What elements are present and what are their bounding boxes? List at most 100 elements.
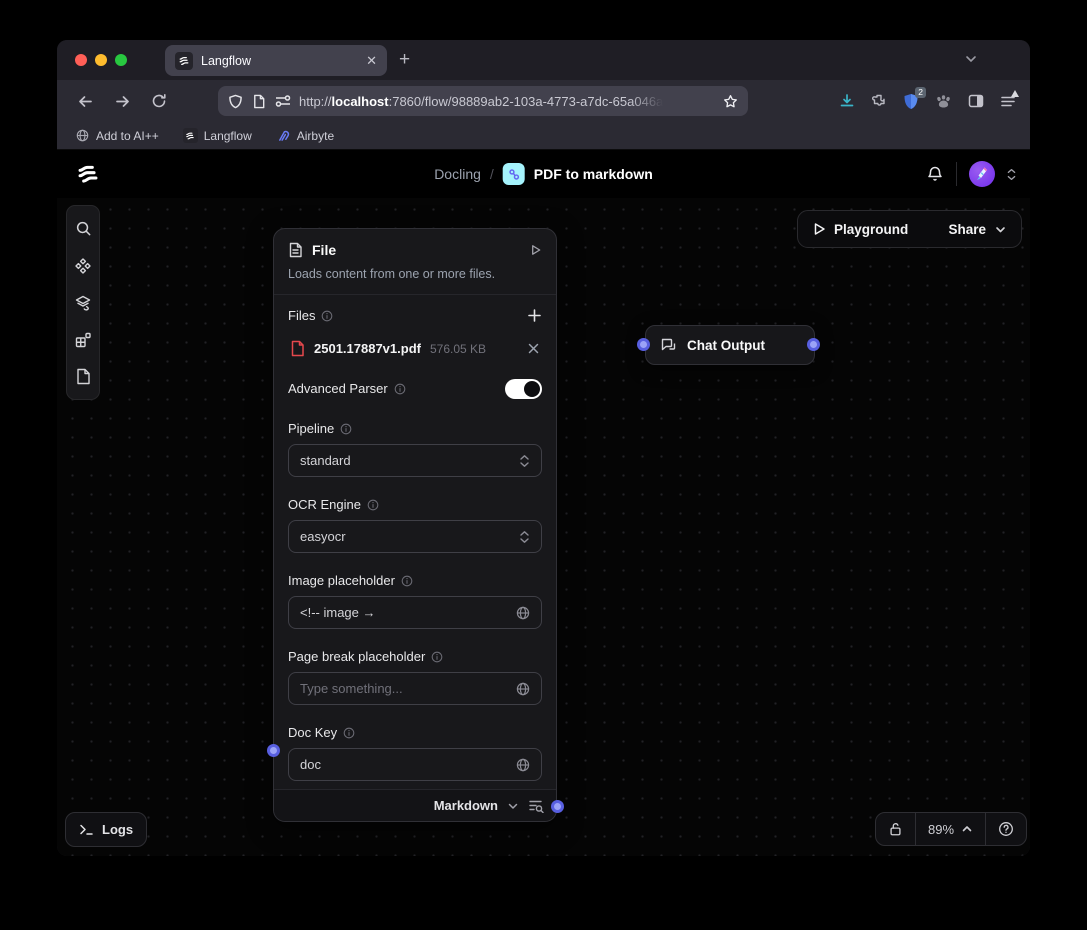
chat-input-handle[interactable] (637, 338, 650, 351)
node-title: Chat Output (687, 338, 765, 353)
file-node[interactable]: File Loads content from one or more file… (273, 228, 557, 822)
window-controls[interactable] (75, 54, 127, 66)
file-size: 576.05 KB (430, 342, 486, 356)
chat-output-handle[interactable] (807, 338, 820, 351)
pipeline-select[interactable]: standard (288, 444, 542, 477)
file-icon (288, 242, 303, 258)
playground-label: Playground (834, 222, 908, 237)
bundles-icon[interactable] (69, 286, 97, 319)
remove-file-icon[interactable] (527, 342, 540, 355)
extension-shield-icon[interactable]: 2 (903, 93, 919, 110)
search-icon[interactable] (69, 212, 97, 245)
share-button[interactable]: Share (948, 222, 1007, 237)
ocr-engine-label: OCR Engine (288, 496, 542, 513)
files-field-label: Files (288, 308, 333, 323)
play-icon[interactable] (529, 243, 542, 257)
bookmark-label: Add to AI++ (96, 129, 159, 143)
zoom-level-control[interactable]: 89% (915, 813, 985, 845)
blocks-icon[interactable] (69, 323, 97, 356)
node-title: File (312, 242, 520, 258)
new-tab-icon[interactable]: + (399, 49, 410, 71)
advanced-parser-label: Advanced Parser (288, 381, 406, 396)
info-icon[interactable] (401, 575, 413, 587)
close-tab-icon[interactable]: ✕ (366, 54, 377, 67)
menu-icon[interactable] (1000, 94, 1016, 108)
advanced-parser-toggle[interactable] (505, 379, 542, 399)
zoom-level: 89% (928, 822, 954, 837)
components-icon[interactable] (69, 249, 97, 282)
back-icon[interactable] (77, 93, 94, 110)
doc-key-input-handle[interactable] (267, 744, 280, 757)
bookmark-langflow[interactable]: Langflow (183, 128, 252, 143)
header-divider (956, 162, 957, 186)
inspect-output-icon[interactable] (528, 799, 544, 813)
tab-list-chevron-icon[interactable] (964, 52, 978, 66)
bookmark-add-to-ai[interactable]: Add to AI++ (75, 128, 159, 143)
file-node-footer: Markdown (274, 789, 556, 821)
url-rest: :7860/flow/98889ab2-103a-4773-a7dc-65a04… (389, 94, 664, 109)
url-text[interactable]: http://localhost:7860/flow/98889ab2-103a… (299, 94, 715, 109)
file-output-handle[interactable] (551, 800, 564, 813)
breadcrumb: Docling / PDF to markdown (434, 163, 653, 185)
help-button[interactable] (985, 813, 1026, 845)
file-node-body: Files 2501.17887v1.pdf 576.05 KB (274, 295, 556, 789)
info-icon[interactable] (340, 423, 352, 435)
sidebar-icon[interactable] (968, 94, 984, 108)
account-switcher-icon[interactable] (1007, 168, 1016, 181)
bell-icon[interactable] (926, 165, 944, 183)
output-type-label[interactable]: Markdown (434, 798, 498, 813)
info-icon[interactable] (343, 727, 355, 739)
file-name: 2501.17887v1.pdf (314, 341, 421, 356)
puzzle-icon[interactable] (871, 93, 887, 109)
close-window-button[interactable] (75, 54, 87, 66)
add-file-button[interactable] (527, 308, 542, 323)
bookmark-airbyte[interactable]: Airbyte (276, 128, 334, 143)
pdf-file-icon (290, 340, 305, 357)
info-icon[interactable] (367, 499, 379, 511)
info-icon[interactable] (394, 383, 406, 395)
page-icon[interactable] (252, 94, 266, 109)
note-icon[interactable] (69, 360, 97, 393)
url-host: localhost (332, 94, 389, 109)
image-placeholder-input-wrap (288, 596, 542, 629)
page-break-input[interactable] (300, 681, 508, 696)
paw-icon[interactable] (935, 94, 952, 109)
globe-input-icon[interactable] (516, 682, 530, 696)
node-description: Loads content from one or more files. (288, 267, 542, 294)
chat-output-node[interactable]: Chat Output (645, 325, 815, 365)
shield-icon[interactable] (228, 94, 243, 109)
chevron-down-icon[interactable] (507, 800, 519, 812)
doc-key-input-wrap (288, 748, 542, 781)
langflow-logo-icon[interactable] (75, 162, 101, 186)
zoom-window-button[interactable] (115, 54, 127, 66)
lock-button[interactable] (876, 813, 915, 845)
browser-tab[interactable]: Langflow ✕ (165, 45, 387, 76)
uploaded-file-row[interactable]: 2501.17887v1.pdf 576.05 KB (288, 336, 542, 361)
playground-button[interactable]: Playground (812, 222, 908, 237)
langflow-header: Docling / PDF to markdown (57, 150, 1030, 198)
forward-icon[interactable] (114, 93, 131, 110)
ocr-engine-select[interactable]: easyocr (288, 520, 542, 553)
globe-input-icon[interactable] (516, 758, 530, 772)
flow-canvas[interactable]: File Loads content from one or more file… (57, 198, 1030, 856)
reload-icon[interactable] (151, 93, 167, 109)
image-placeholder-input[interactable] (300, 605, 508, 620)
breadcrumb-separator: / (490, 166, 494, 182)
globe-icon (75, 128, 90, 143)
permissions-icon[interactable] (275, 95, 291, 107)
breadcrumb-parent[interactable]: Docling (434, 166, 481, 182)
star-icon[interactable] (723, 94, 738, 109)
globe-input-icon[interactable] (516, 606, 530, 620)
logs-label: Logs (102, 822, 133, 837)
doc-key-input[interactable] (300, 757, 508, 772)
flow-actions-toolbar: Playground Share (797, 210, 1022, 248)
url-bar[interactable]: http://localhost:7860/flow/98889ab2-103a… (218, 86, 748, 116)
logs-button[interactable]: Logs (65, 812, 147, 847)
avatar[interactable] (969, 161, 995, 187)
info-icon[interactable] (321, 310, 333, 322)
download-icon[interactable] (839, 93, 855, 109)
minimize-window-button[interactable] (95, 54, 107, 66)
flow-name[interactable]: PDF to markdown (534, 166, 653, 182)
flow-badge-icon[interactable] (503, 163, 525, 185)
info-icon[interactable] (431, 651, 443, 663)
